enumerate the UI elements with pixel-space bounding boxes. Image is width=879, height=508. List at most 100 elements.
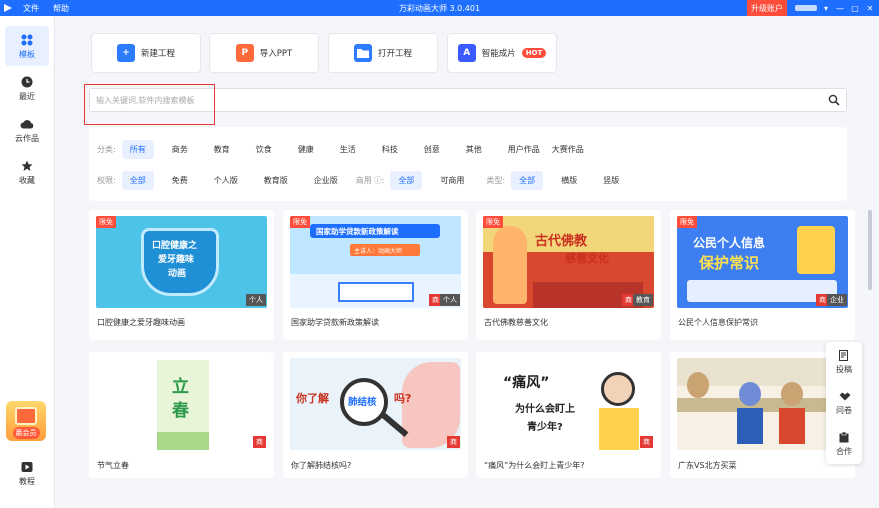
close-icon[interactable]: ✕ (862, 0, 878, 16)
category-option[interactable]: 商务 (164, 140, 196, 159)
category-option[interactable]: 饮食 (248, 140, 280, 159)
minimize-icon[interactable]: — (832, 0, 848, 16)
education-tag: 教育 (633, 294, 653, 306)
menu-file[interactable]: 文件 (16, 3, 46, 14)
maximize-icon[interactable]: ▢ (847, 0, 863, 16)
template-title: 你了解肺结核吗? (291, 461, 352, 470)
template-title: “痛风”为什么会盯上青少年? (484, 461, 585, 470)
submit-label: 投稿 (836, 364, 852, 374)
hot-badge: HOT (521, 48, 547, 58)
category-option[interactable]: 用户作品 (500, 140, 548, 159)
template-thumbnail: 口腔健康之 爱牙趣味 动画 限免 个人 (96, 216, 267, 308)
limited-free-badge: 限免 (290, 216, 310, 228)
rights-option-all[interactable]: 全部 (121, 170, 154, 190)
title-bar: 文件 帮助 万彩动画大师 3.0.401 升级账户 ▾ — ▢ ✕ (0, 0, 879, 16)
category-option[interactable]: 健康 (290, 140, 322, 159)
category-filter-label: 分类: (97, 144, 116, 154)
import-ppt-button[interactable]: P 导入PPT (209, 33, 319, 73)
sidebar-item-label: 教程 (19, 476, 35, 486)
category-option[interactable]: 生活 (332, 140, 364, 159)
sidebar-item-templates[interactable]: 模板 (5, 26, 49, 66)
commercial-tag: 商 (447, 436, 460, 448)
sidebar-item-recent[interactable]: 最近 (5, 68, 49, 108)
template-card[interactable]: 古代佛教 慈善文化 限免 商 教育 古代佛教慈善文化 (476, 210, 661, 340)
floating-tool-panel: 投稿 问卷 合作 (826, 342, 862, 464)
commercial-tag: 商 (253, 436, 266, 448)
smart-video-button[interactable]: A 智能成片 HOT (447, 33, 557, 73)
template-card[interactable]: 立 春 商 节气立春 (89, 352, 274, 478)
submit-button[interactable]: 投稿 (826, 342, 862, 382)
star-icon (20, 159, 34, 173)
sidebar-item-label: 模板 (19, 49, 35, 59)
sidebar: 模板 最近 云作品 收藏 赢会员 教程 (0, 16, 55, 508)
rights-option[interactable]: 企业版 (306, 171, 346, 190)
sidebar-item-label: 收藏 (19, 175, 35, 185)
menu-help[interactable]: 帮助 (46, 3, 76, 14)
help-icon[interactable]: ⓘ: (374, 175, 385, 186)
template-thumbnail: 公民个人信息 保护常识 限免 商 企业 (677, 216, 848, 308)
sidebar-item-tutorial[interactable]: 教程 (5, 453, 49, 493)
grid-icon (20, 33, 34, 47)
rights-filter-label: 权限: (97, 175, 116, 185)
category-option[interactable]: 创意 (416, 140, 448, 159)
template-title: 节气立春 (97, 461, 129, 470)
rights-filter-row: 权限: 全部 免费 个人版 教育版 企业版 商用 ⓘ: 全部 可商用 类型: 全… (97, 170, 637, 190)
commercial-tag: 商 (640, 436, 653, 448)
search-input[interactable] (96, 92, 796, 108)
survey-label: 问卷 (836, 405, 852, 415)
user-account[interactable] (795, 5, 817, 11)
cooperation-label: 合作 (836, 446, 852, 456)
template-thumbnail: 你了解 肺结核 吗? 商 (290, 358, 461, 450)
template-card[interactable]: 公民个人信息 保护常识 限免 商 企业 公民个人信息保护常识 (670, 210, 855, 340)
import-ppt-label: 导入PPT (259, 49, 293, 59)
rights-option[interactable]: 免费 (164, 171, 196, 190)
personal-tag: 个人 (440, 294, 460, 306)
search-icon[interactable] (828, 94, 840, 106)
category-filter-row: 分类: 所有 商务 教育 饮食 健康 生活 科技 创意 其他 用户作品 大赛作品 (97, 139, 602, 159)
template-title: 国家助学贷款新政策解读 (291, 318, 379, 327)
category-option[interactable]: 科技 (374, 140, 406, 159)
enterprise-tag: 企业 (827, 294, 847, 306)
sidebar-item-cloud[interactable]: 云作品 (5, 110, 49, 150)
rights-option[interactable]: 个人版 (206, 171, 246, 190)
limited-free-badge: 限免 (96, 216, 116, 228)
template-thumbnail: 立 春 商 (96, 358, 267, 450)
template-card[interactable]: 你了解 肺结核 吗? 商 你了解肺结核吗? (283, 352, 468, 478)
template-card[interactable]: 口腔健康之 爱牙趣味 动画 限免 个人 口腔健康之爱牙趣味动画 (89, 210, 274, 340)
rights-option[interactable]: 教育版 (256, 171, 296, 190)
search-bar (89, 88, 847, 112)
cooperation-button[interactable]: 合作 (826, 424, 862, 464)
type-option[interactable]: 横版 (553, 171, 585, 190)
sidebar-item-favorites[interactable]: 收藏 (5, 152, 49, 192)
type-option-all[interactable]: 全部 (511, 170, 544, 190)
upgrade-account-button[interactable]: 升级账户 (747, 0, 787, 16)
commercial-option[interactable]: 可商用 (432, 171, 472, 190)
commercial-option-all[interactable]: 全部 (390, 170, 423, 190)
category-option-all[interactable]: 所有 (121, 139, 154, 159)
play-icon (20, 460, 34, 474)
template-title: 公民个人信息保护常识 (678, 318, 758, 327)
scrollbar[interactable] (868, 210, 872, 290)
open-project-label: 打开工程 (377, 49, 412, 59)
new-project-button[interactable]: + 新建工程 (91, 33, 201, 73)
type-option[interactable]: 竖版 (595, 171, 627, 190)
category-option[interactable]: 大赛作品 (544, 140, 592, 159)
sidebar-item-label: 云作品 (15, 133, 39, 143)
template-thumbnail: 古代佛教 慈善文化 限免 商 教育 (483, 216, 654, 308)
personal-tag: 个人 (246, 294, 266, 306)
template-card[interactable]: “痛风” 为什么会盯上 青少年? 商 “痛风”为什么会盯上青少年? (476, 352, 661, 478)
promo-win-membership[interactable]: 赢会员 (6, 401, 46, 441)
ai-logo-icon: A (457, 44, 476, 62)
template-title: 口腔健康之爱牙趣味动画 (97, 318, 185, 327)
category-option[interactable]: 其他 (458, 140, 490, 159)
template-thumbnail: 商 (677, 358, 848, 450)
template-title: 古代佛教慈善文化 (484, 318, 548, 327)
cloud-icon (20, 117, 34, 131)
promo-label: 赢会员 (12, 427, 40, 439)
category-option[interactable]: 教育 (206, 140, 238, 159)
smart-video-label: 智能成片 (481, 49, 516, 59)
template-card[interactable]: 国家助学贷款新政策解读 主讲人：动画大师 限免 商 个人 国家助学贷款新政策解读 (283, 210, 468, 340)
survey-button[interactable]: 问卷 (826, 383, 862, 423)
open-project-button[interactable]: 打开工程 (328, 33, 438, 73)
type-filter-label: 类型: (486, 175, 506, 185)
